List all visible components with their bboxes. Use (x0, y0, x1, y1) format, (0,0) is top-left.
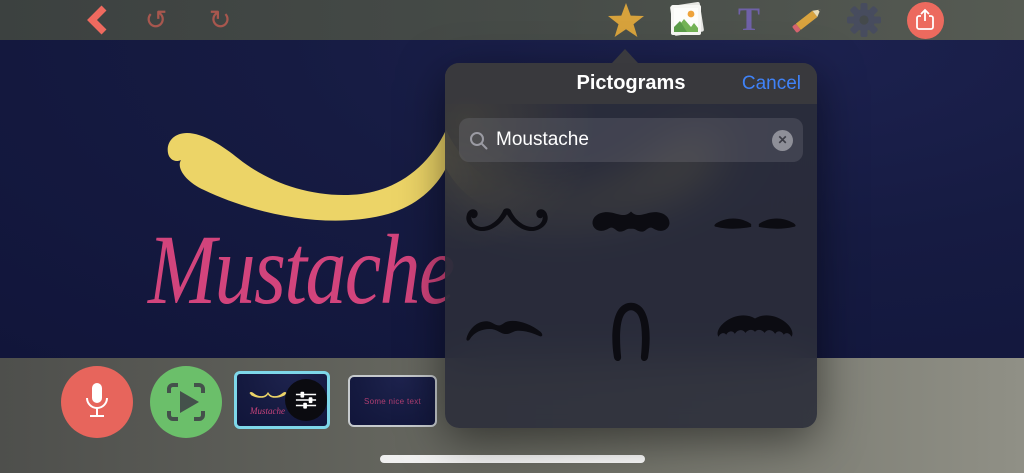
pictograms-button[interactable] (607, 0, 645, 40)
pictogram-natural-mustache[interactable] (445, 291, 569, 369)
pencil-icon (792, 9, 821, 33)
thumbnail-slide-label: Mustache (250, 406, 285, 416)
share-button[interactable] (906, 0, 944, 40)
clear-search-icon[interactable]: ✕ (772, 129, 793, 151)
pencil-thin-mustache-icon (714, 218, 796, 229)
play-icon (167, 383, 205, 421)
pictogram-pencil-thin-mustache[interactable] (693, 185, 817, 263)
thumbnail-slide-label: Some nice text (363, 396, 422, 406)
cancel-button[interactable]: Cancel (742, 63, 801, 104)
popover-header: Pictograms Cancel (445, 63, 817, 104)
back-button[interactable] (80, 0, 116, 40)
text-tool-icon: T (737, 1, 760, 38)
popover-title: Pictograms (576, 72, 686, 94)
top-toolbar: ↺ ↻ T (0, 0, 1024, 40)
pictogram-horseshoe-mustache[interactable] (569, 291, 693, 369)
search-input[interactable] (496, 129, 772, 151)
record-button[interactable] (61, 366, 133, 438)
slide-thumbnail-2[interactable]: Some nice text (348, 375, 437, 427)
full-wavy-mustache-icon (592, 211, 670, 232)
pictograms-popover: Pictograms Cancel ✕ (445, 49, 817, 428)
pictogram-row (445, 185, 817, 263)
text-tool-button[interactable]: T (731, 0, 767, 40)
horseshoe-mustache-icon (612, 302, 650, 362)
play-preview-button[interactable] (150, 366, 222, 438)
popover-arrow (612, 49, 638, 63)
pictogram-row (445, 291, 817, 369)
microphone-icon (86, 383, 108, 417)
slide-thumbnail-1[interactable]: Mustache (234, 371, 330, 429)
search-icon (470, 131, 488, 149)
natural-mustache-icon (466, 320, 543, 341)
search-bar[interactable]: ✕ (459, 118, 803, 162)
gear-icon (847, 3, 881, 37)
pictogram-full-wavy-mustache[interactable] (569, 185, 693, 263)
undo-button[interactable]: ↺ (138, 0, 174, 40)
redo-icon: ↻ (208, 5, 232, 35)
photos-icon (670, 1, 704, 36)
draw-button[interactable] (788, 0, 826, 40)
pictogram-walrus-mustache[interactable] (693, 291, 817, 369)
handlebar-mustache-icon (466, 208, 548, 232)
share-icon (916, 8, 934, 30)
pictogram-handlebar-mustache[interactable] (445, 185, 569, 263)
undo-icon: ↺ (144, 5, 168, 35)
back-chevron-icon (87, 5, 107, 35)
star-icon (608, 2, 644, 37)
photos-button[interactable] (665, 0, 707, 40)
walrus-mustache-icon (717, 315, 793, 337)
redo-button[interactable]: ↻ (202, 0, 238, 40)
share-circle (906, 1, 944, 39)
home-indicator[interactable] (380, 455, 645, 463)
sliders-icon (295, 391, 317, 409)
settings-button[interactable] (845, 0, 883, 40)
adjustments-badge[interactable] (285, 379, 327, 421)
app-window: Mustache ↺ ↻ T Pictograms Cancel Moustac… (0, 0, 1024, 473)
